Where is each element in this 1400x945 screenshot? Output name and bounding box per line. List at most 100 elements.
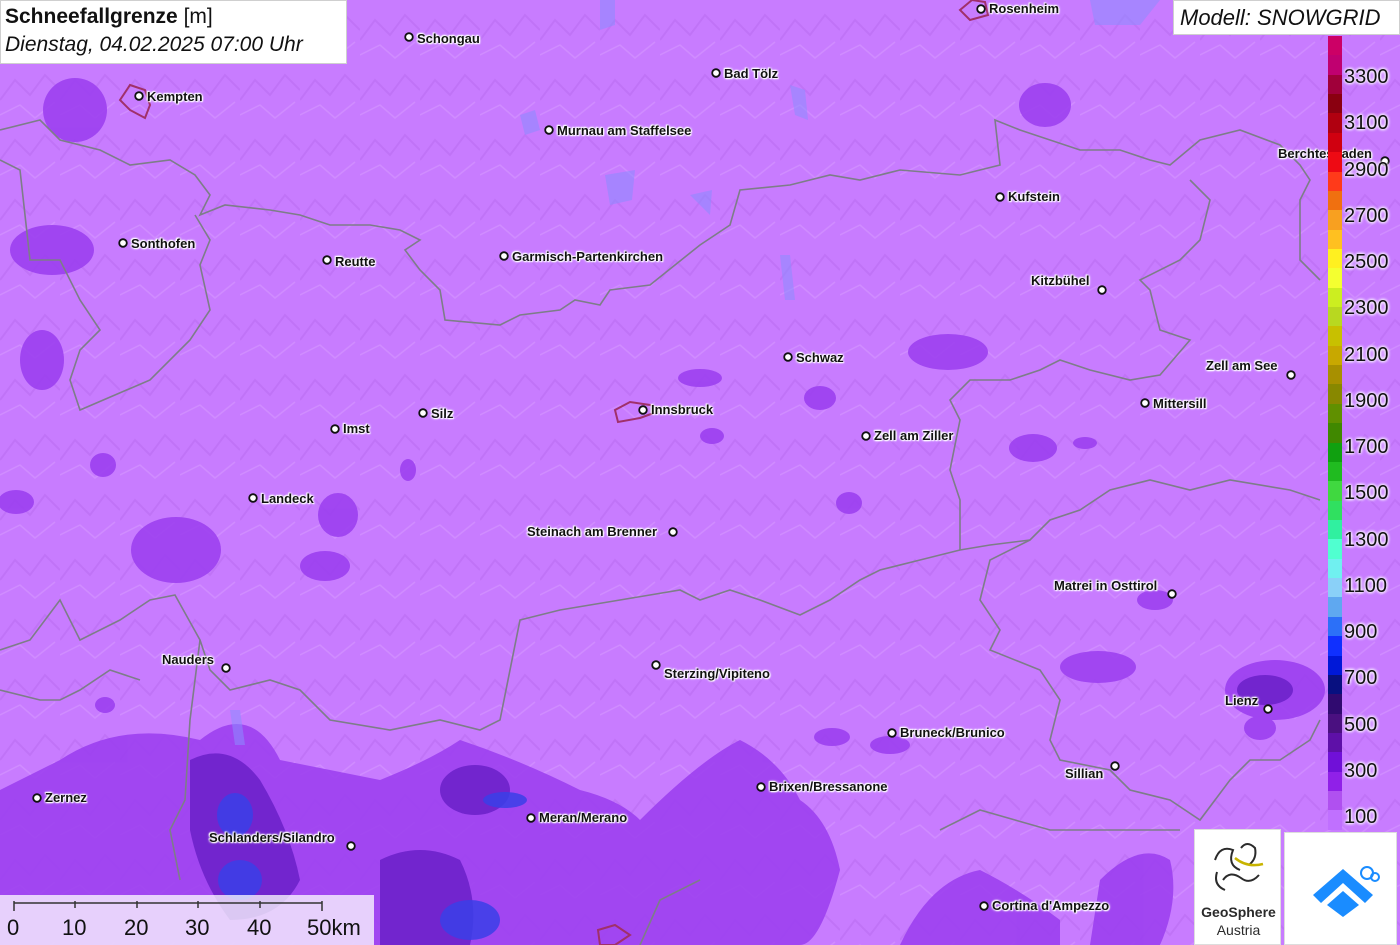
legend-swatch <box>1328 384 1342 404</box>
legend-swatch <box>1328 345 1342 366</box>
legend-swatch <box>1328 248 1342 269</box>
map-title: Schneefallgrenze [m] <box>5 3 342 31</box>
city-label-mittersill: Mittersill <box>1153 396 1207 411</box>
city-label-innsbruck: Innsbruck <box>651 402 714 417</box>
mountain-cloud-icon <box>1313 866 1380 917</box>
city-label-schwaz: Schwaz <box>796 350 844 365</box>
legend-swatch <box>1328 287 1342 308</box>
scale-label-10: 10 <box>62 915 87 940</box>
legend-label: 2900 <box>1344 158 1389 181</box>
legend-swatch <box>1328 694 1342 714</box>
legend-label: 500 <box>1344 713 1378 736</box>
city-label-kufstein: Kufstein <box>1008 189 1060 204</box>
scale-label-20: 20 <box>124 915 149 940</box>
geosphere-name: GeoSphere <box>1201 904 1276 920</box>
city-label-murnau: Murnau am Staffelsee <box>557 123 692 138</box>
city-label-bruneck: Bruneck/Brunico <box>900 725 1005 740</box>
legend-swatch <box>1328 442 1342 462</box>
scale-label-30: 30 <box>185 915 210 940</box>
legend-swatch <box>1328 229 1342 249</box>
city-label-zell-am-see: Zell am See <box>1206 358 1278 373</box>
city-label-rosenheim: Rosenheim <box>989 1 1060 16</box>
quantity-name: Schneefallgrenze <box>5 5 178 28</box>
legend-swatch <box>1328 558 1342 579</box>
legend-label: 1700 <box>1344 436 1389 458</box>
legend-label: 900 <box>1344 621 1378 643</box>
city-label-nauders: Nauders <box>162 652 215 667</box>
scale-bar: 0 10 20 30 40 50km <box>0 895 374 945</box>
city-label-sterzing: Sterzing/Vipiteno <box>664 666 770 681</box>
legend-swatch <box>1328 113 1342 133</box>
legend-swatch <box>1328 403 1342 424</box>
map-datetime: Dienstag, 04.02.2025 07:00 Uhr <box>5 33 303 56</box>
color-legend: 3300 3100 2900 2700 2500 2300 2100 1900 1700 1500… <box>1328 36 1400 830</box>
legend-label: 2300 <box>1344 297 1389 320</box>
legend-swatch <box>1328 481 1342 501</box>
legend-swatch <box>1328 771 1342 792</box>
city-label-silz: Silz <box>431 406 454 421</box>
legend-label: 2100 <box>1344 343 1389 366</box>
legend-color-bar <box>1328 36 1342 830</box>
legend-swatch <box>1328 423 1342 443</box>
city-label-cortina: Cortina d'Ampezzo <box>992 898 1110 913</box>
legend-swatch <box>1328 655 1342 675</box>
model-label: Modell: SNOWGRID <box>1173 0 1400 35</box>
scale-label-40: 40 <box>247 915 272 940</box>
legend-swatch <box>1328 190 1342 211</box>
legend-swatch <box>1328 132 1342 153</box>
city-label-kempten: Kempten <box>147 89 203 104</box>
legend-swatch <box>1328 732 1342 753</box>
legend-label: 1500 <box>1344 482 1389 505</box>
city-label-brixen: Brixen/Bressanone <box>769 779 888 794</box>
legend-swatch <box>1328 539 1342 559</box>
city-label-steinach: Steinach am Brenner <box>527 524 658 539</box>
geosphere-logo[interactable]: GeoSphere Austria <box>1194 829 1281 945</box>
weather-app-logo[interactable] <box>1284 832 1397 945</box>
city-label-schongau: Schongau <box>417 31 480 46</box>
legend-swatch <box>1328 152 1342 172</box>
legend-swatch <box>1328 461 1342 482</box>
legend-swatch <box>1328 74 1342 95</box>
legend-label: 100 <box>1344 806 1378 828</box>
city-label-lienz: Lienz <box>1225 693 1259 708</box>
legend-label: 3100 <box>1344 112 1389 135</box>
city-label-meran: Meran/Merano <box>539 810 628 825</box>
legend-swatch <box>1328 36 1342 56</box>
legend-swatch <box>1328 636 1342 656</box>
legend-label: 300 <box>1344 759 1378 782</box>
scale-label-0: 0 <box>7 915 20 940</box>
geosphere-country: Austria <box>1216 922 1261 938</box>
legend-swatch <box>1328 94 1342 114</box>
legend-swatch <box>1328 791 1342 811</box>
legend-swatch <box>1328 365 1342 385</box>
legend-label: 3300 <box>1344 66 1389 88</box>
legend-swatch <box>1328 171 1342 191</box>
city-label-schlanders: Schlanders/Silandro <box>209 830 335 845</box>
city-label-landeck: Landeck <box>261 491 314 506</box>
city-label-reutte: Reutte <box>335 254 376 269</box>
legend-label: 700 <box>1344 667 1378 690</box>
legend-label: 2500 <box>1344 251 1389 273</box>
quantity-unit: [m] <box>183 5 213 28</box>
city-label-sonthofen: Sonthofen <box>131 236 196 251</box>
city-label-zernez: Zernez <box>45 790 87 805</box>
city-label-sillian: Sillian <box>1065 766 1104 781</box>
city-label-kitzbuehel: Kitzbühel <box>1031 273 1090 288</box>
city-label-garmisch: Garmisch-Partenkirchen <box>512 249 664 264</box>
legend-swatch <box>1328 210 1342 230</box>
legend-label: 2700 <box>1344 204 1389 227</box>
legend-swatch <box>1328 674 1342 695</box>
legend-swatch <box>1328 500 1342 520</box>
legend-swatch <box>1328 616 1342 637</box>
legend-label: 1900 <box>1344 389 1389 412</box>
legend-swatch <box>1328 307 1342 327</box>
legend-swatch <box>1328 578 1342 598</box>
city-label-imst: Imst <box>343 421 370 436</box>
legend-swatch <box>1328 752 1342 772</box>
legend-swatch <box>1328 519 1342 540</box>
snowline-map[interactable] <box>0 0 1400 945</box>
legend-swatch <box>1328 597 1342 617</box>
legend-swatch <box>1328 326 1342 346</box>
legend-swatch <box>1328 55 1342 75</box>
city-label-bad-toelz: Bad Tölz <box>724 66 779 81</box>
